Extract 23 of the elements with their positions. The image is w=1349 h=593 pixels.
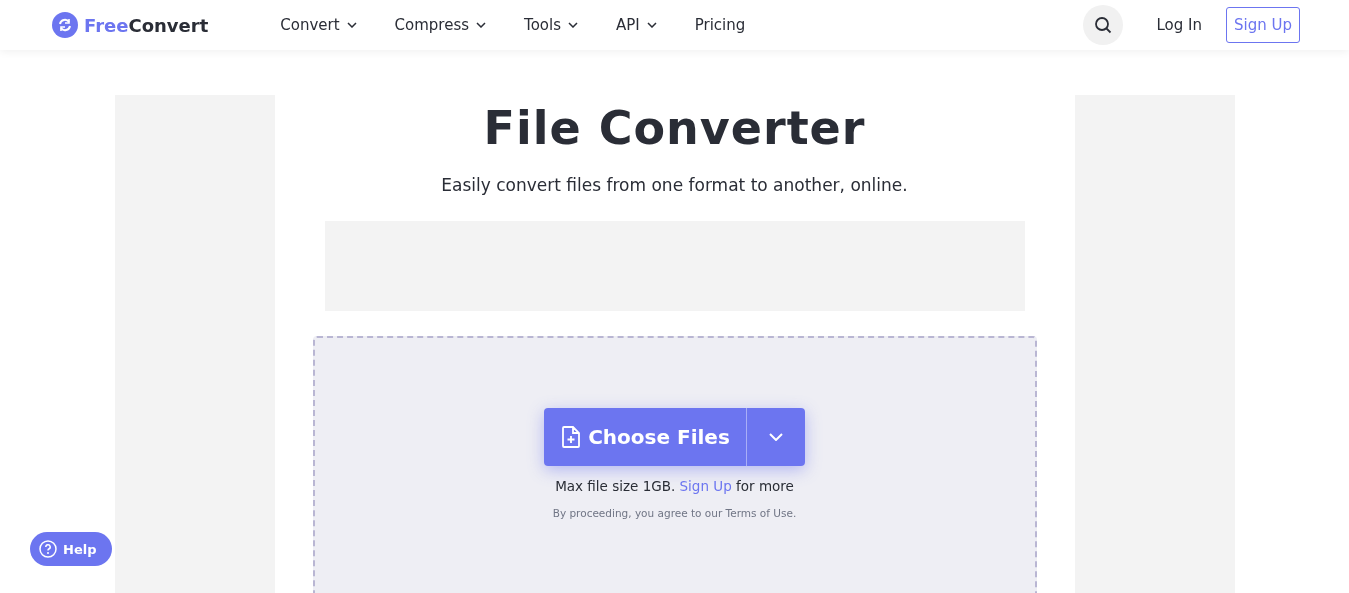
nav-menu-item[interactable]: Convert — [280, 16, 357, 34]
signup-button[interactable]: Sign Up — [1226, 7, 1300, 43]
nav-menu-item[interactable]: Tools — [524, 16, 578, 34]
nav-menu-item[interactable]: API — [616, 16, 657, 34]
max-size-note: Max file size 1GB. Sign Up for more — [555, 478, 794, 494]
subtitle: Easily convert files from one format to another, online. — [441, 175, 908, 195]
file-plus-icon — [562, 426, 581, 448]
help-button[interactable]: Help — [30, 532, 113, 566]
nav-menu-item[interactable]: Compress — [394, 16, 487, 34]
search-button[interactable] — [1082, 5, 1123, 45]
help-icon — [39, 540, 57, 558]
chevron-down-icon — [768, 433, 783, 441]
logo-icon — [52, 12, 78, 38]
page-title: File Converter — [483, 101, 866, 155]
search-icon — [1093, 16, 1112, 34]
file-drop-zone[interactable]: Choose Files Max file size 1GB. Sign Up for more By proceeding, you agree to our Terms of Use. — [312, 336, 1037, 593]
terms-note: By proceeding, you agree to our Terms of Use. — [552, 507, 797, 519]
login-link[interactable]: Log In — [1150, 15, 1208, 35]
logo[interactable]: FreeConvert — [52, 12, 209, 38]
nav-menu-item[interactable]: Pricing — [694, 16, 746, 34]
choose-files-button[interactable]: Choose Files — [544, 408, 746, 466]
logo-text: FreeConvert — [84, 14, 209, 36]
terms-link[interactable]: Terms of Use — [725, 507, 793, 519]
